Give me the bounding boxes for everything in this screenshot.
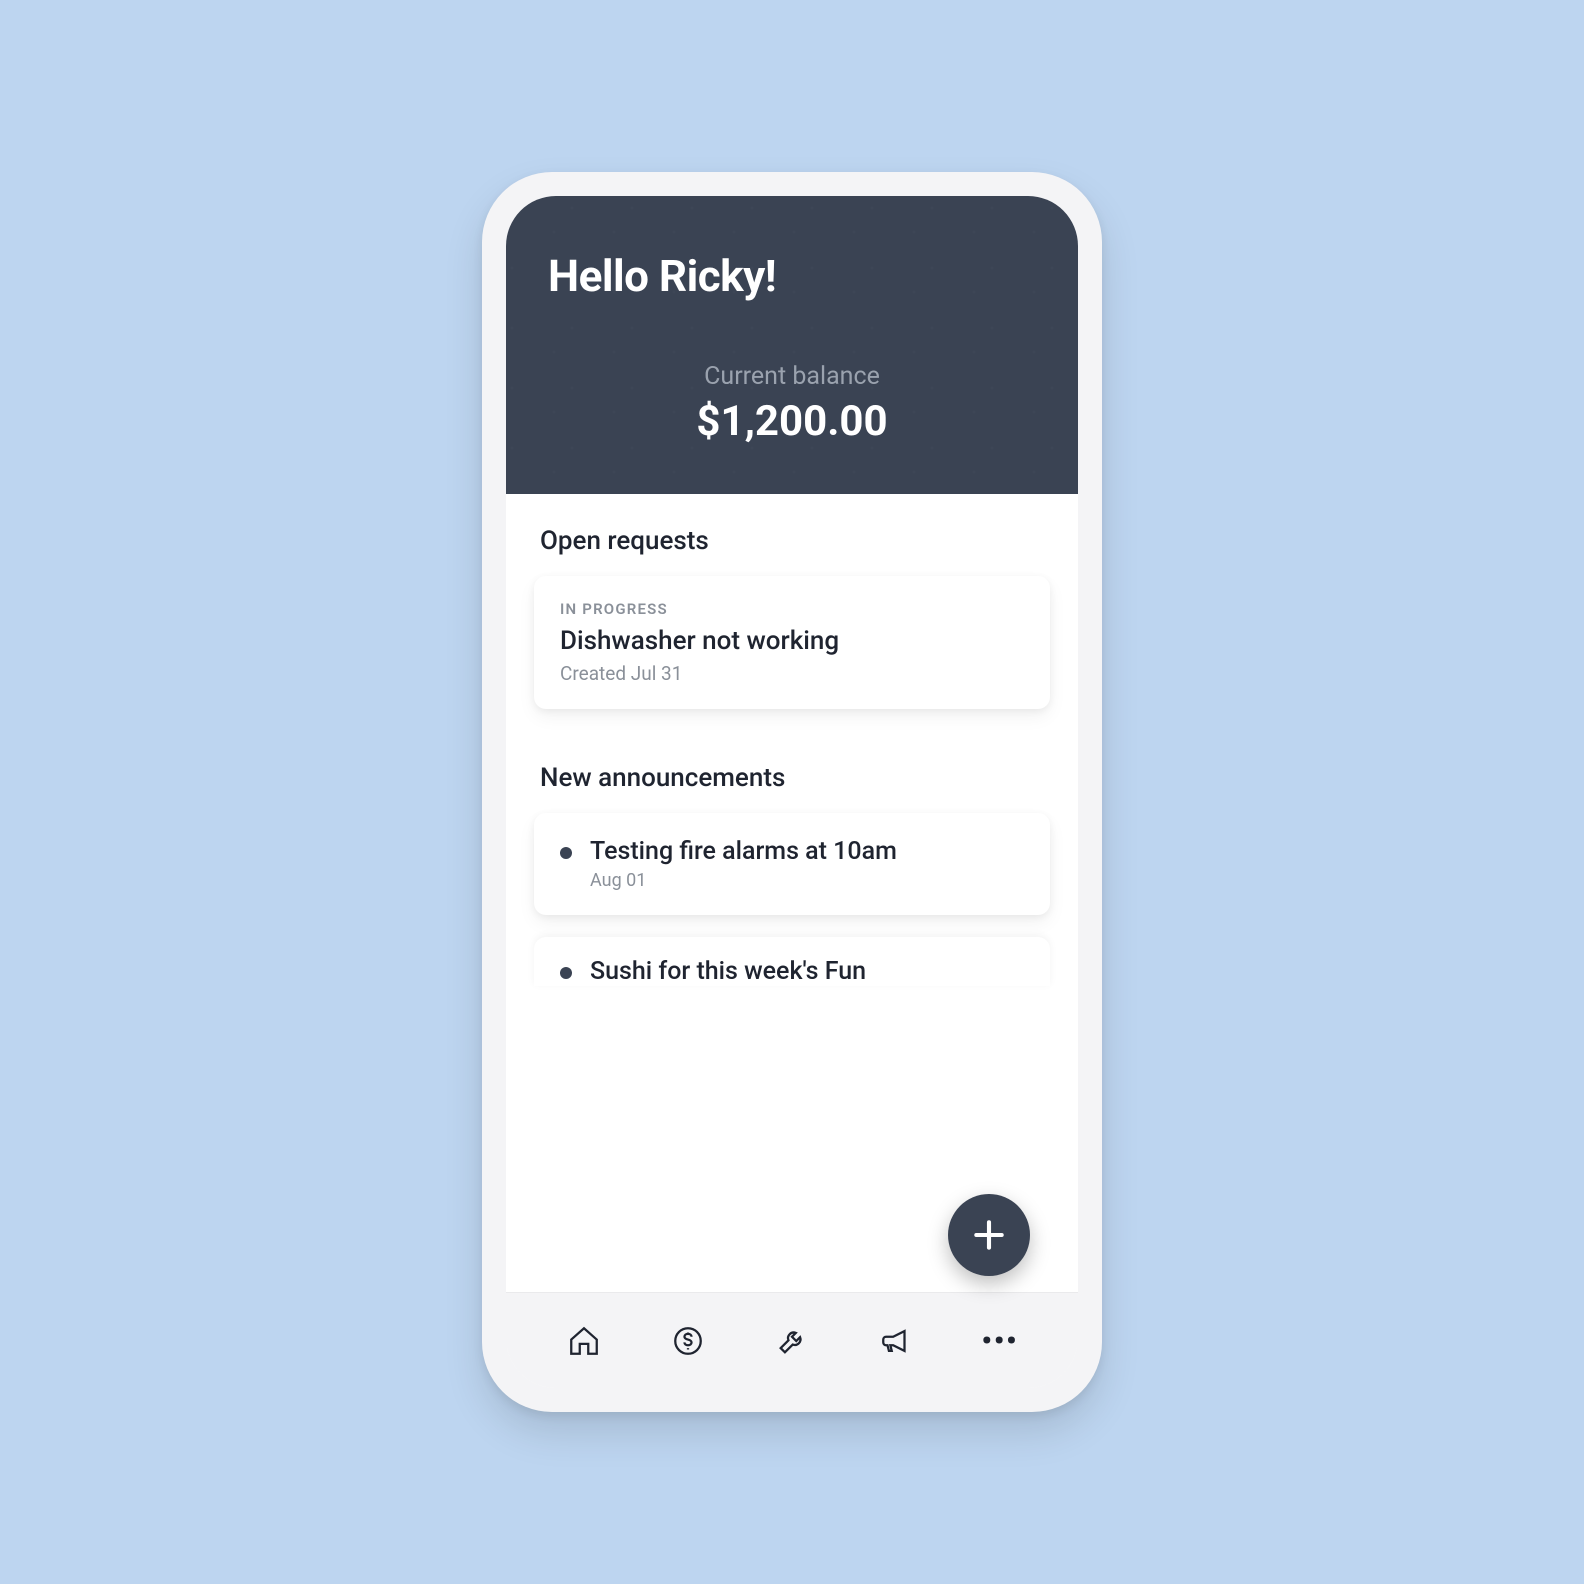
plus-icon (970, 1216, 1008, 1254)
megaphone-icon (879, 1324, 913, 1358)
open-requests-heading: Open requests (506, 494, 1078, 576)
announcement-card[interactable]: Testing fire alarms at 10am Aug 01 (534, 813, 1050, 915)
announcement-date: Aug 01 (590, 870, 897, 891)
content-area: Open requests IN PROGRESS Dishwasher not… (506, 494, 1078, 1292)
add-button[interactable] (948, 1194, 1030, 1276)
balance-value: $1,200.00 (548, 397, 1036, 446)
wrench-icon (775, 1324, 809, 1358)
nav-more[interactable]: ••• (978, 1319, 1022, 1363)
nav-payments[interactable] (666, 1319, 710, 1363)
bottom-nav: ••• (506, 1292, 1078, 1388)
request-created: Created Jul 31 (560, 662, 1024, 685)
request-title: Dishwasher not working (560, 626, 1024, 656)
announcement-title: Sushi for this week's Fun (590, 957, 866, 986)
announcement-title: Testing fire alarms at 10am (590, 837, 897, 866)
nav-maintenance[interactable] (770, 1319, 814, 1363)
announcement-card-peek[interactable]: Sushi for this week's Fun (534, 937, 1050, 986)
dollar-circle-icon (671, 1324, 705, 1358)
unread-dot-icon (560, 967, 572, 979)
unread-dot-icon (560, 847, 572, 859)
request-card[interactable]: IN PROGRESS Dishwasher not working Creat… (534, 576, 1050, 709)
header-panel: Hello Ricky! Current balance $1,200.00 (506, 196, 1078, 494)
home-icon (567, 1324, 601, 1358)
balance-block: Current balance $1,200.00 (548, 362, 1036, 446)
request-status: IN PROGRESS (560, 600, 1024, 618)
nav-home[interactable] (562, 1319, 606, 1363)
nav-announcements[interactable] (874, 1319, 918, 1363)
balance-label: Current balance (548, 362, 1036, 391)
phone-screen: Hello Ricky! Current balance $1,200.00 O… (506, 196, 1078, 1388)
phone-frame: Hello Ricky! Current balance $1,200.00 O… (482, 172, 1102, 1412)
announcements-heading: New announcements (506, 731, 1078, 813)
more-icon: ••• (981, 1324, 1018, 1357)
greeting-text: Hello Ricky! (548, 250, 1036, 302)
